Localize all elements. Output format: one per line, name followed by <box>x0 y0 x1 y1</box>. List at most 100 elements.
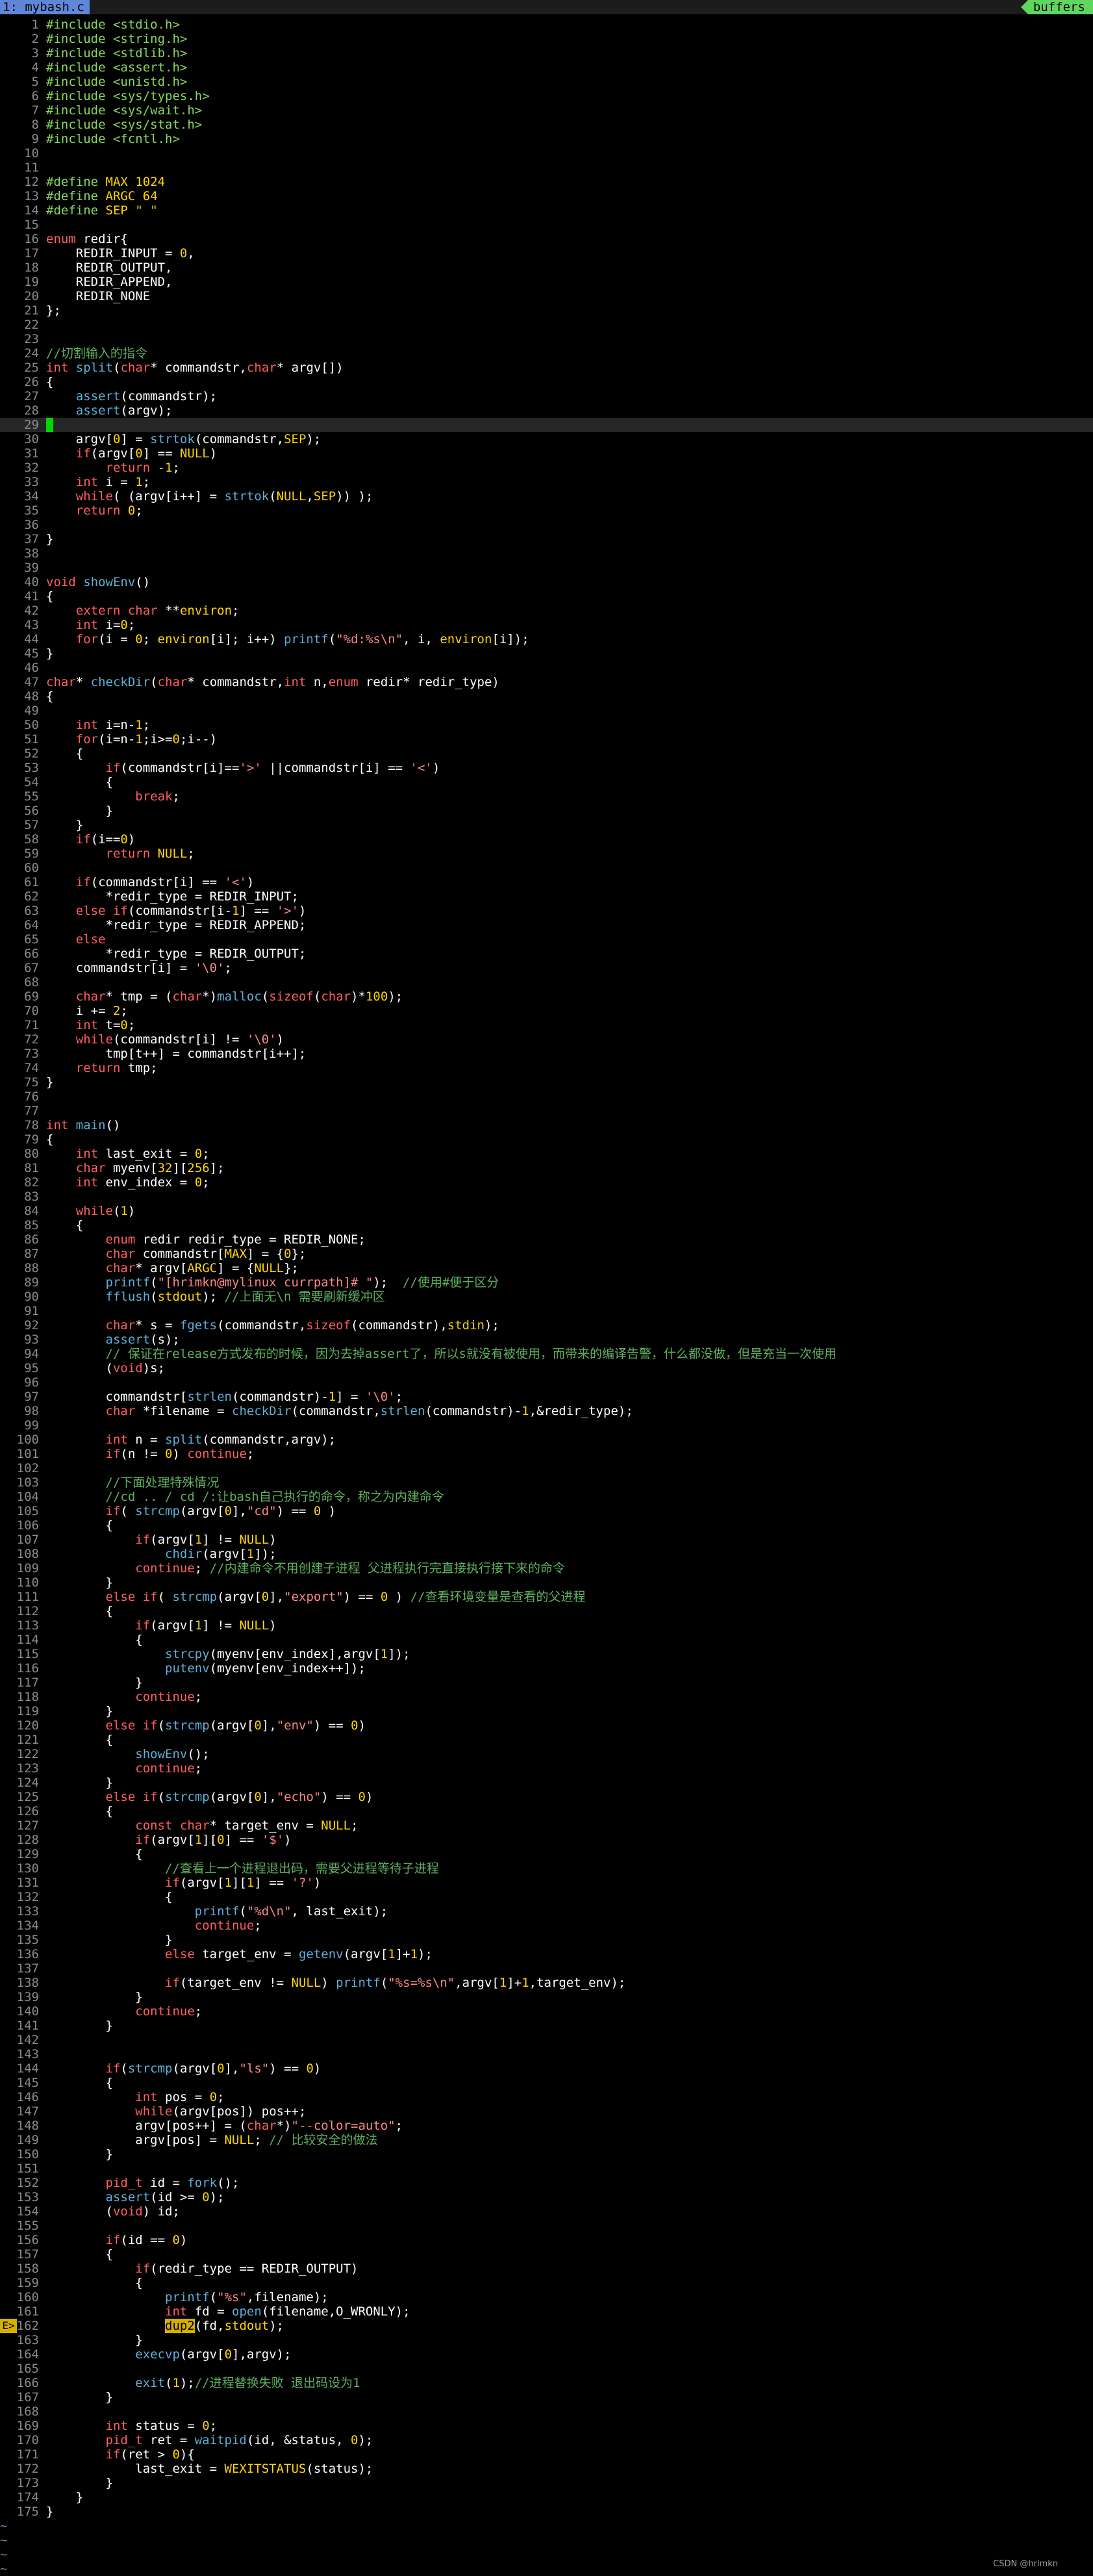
code-line[interactable]: 122 showEnv(); <box>0 1747 1093 1761</box>
code-line[interactable]: 104 //cd .. / cd /:让bash自己执行的命令，称之为内建命令 <box>0 1490 1093 1504</box>
code-line[interactable]: 138 if(target_env != NULL) printf("%s=%s… <box>0 1976 1093 1990</box>
code-line[interactable]: 105 if( strcmp(argv[0],"cd") == 0 ) <box>0 1504 1093 1518</box>
code-line[interactable]: 29 <box>0 418 1093 432</box>
code-line[interactable]: 5 #include <unistd.h> <box>0 75 1093 89</box>
code-line[interactable]: 150 } <box>0 2147 1093 2162</box>
code-line[interactable]: 141 } <box>0 2019 1093 2033</box>
code-line[interactable]: 75} <box>0 1075 1093 1090</box>
code-line[interactable]: 52 { <box>0 746 1093 761</box>
code-line[interactable]: 35 return 0; <box>0 504 1093 518</box>
code-line[interactable]: 61 if(commandstr[i] == '<') <box>0 875 1093 889</box>
code-line[interactable]: 55 break; <box>0 789 1093 804</box>
code-line[interactable]: 139 } <box>0 1990 1093 2004</box>
code-line[interactable]: 23 <box>0 332 1093 346</box>
code-line[interactable]: 115 strcpy(myenv[env_index],argv[1]); <box>0 1647 1093 1661</box>
code-line[interactable]: 51 for(i=n-1;i>=0;i--) <box>0 732 1093 746</box>
code-line[interactable]: 89 printf("[hrimkn@mylinux currpath]# ")… <box>0 1275 1093 1290</box>
code-line[interactable]: 45} <box>0 646 1093 661</box>
code-line[interactable]: 166 exit(1);//进程替换失败 退出码设为1 <box>0 2376 1093 2390</box>
code-line[interactable]: 39 <box>0 561 1093 575</box>
code-line[interactable]: 76 <box>0 1090 1093 1104</box>
code-line[interactable]: 88 char* argv[ARGC] = {NULL}; <box>0 1261 1093 1275</box>
code-line[interactable]: 63 else if(commandstr[i-1] == '>') <box>0 904 1093 918</box>
code-line[interactable]: 97 commandstr[strlen(commandstr)-1] = '\… <box>0 1390 1093 1404</box>
code-line[interactable]: 22 <box>0 318 1093 332</box>
code-line[interactable]: 169 int status = 0; <box>0 2419 1093 2433</box>
code-line[interactable]: 175} <box>0 2505 1093 2519</box>
code-line[interactable]: 123 continue; <box>0 1761 1093 1776</box>
code-line[interactable]: 74 return tmp; <box>0 1061 1093 1075</box>
code-line[interactable]: 1 #include <stdio.h> <box>0 18 1093 32</box>
code-line[interactable]: 149 argv[pos] = NULL; // 比较安全的做法 <box>0 2133 1093 2147</box>
code-line[interactable]: 161 int fd = open(filename,O_WRONLY); <box>0 2304 1093 2319</box>
code-line[interactable]: 62 *redir_type = REDIR_INPUT; <box>0 889 1093 904</box>
code-line[interactable]: 132 { <box>0 1890 1093 1904</box>
code-line[interactable]: 114 { <box>0 1633 1093 1647</box>
code-line[interactable]: 127 const char* target_env = NULL; <box>0 1818 1093 1833</box>
code-line[interactable]: 2 #include <string.h> <box>0 32 1093 46</box>
code-line[interactable]: 17 REDIR_INPUT = 0, <box>0 246 1093 261</box>
code-line[interactable]: 15 <box>0 218 1093 232</box>
code-line[interactable]: 148 argv[pos++] = (char*)"--color=auto"; <box>0 2119 1093 2133</box>
code-line[interactable]: 72 while(commandstr[i] != '\0') <box>0 1032 1093 1047</box>
code-line[interactable]: 111 else if( strcmp(argv[0],"export") ==… <box>0 1590 1093 1604</box>
code-line[interactable]: 84 while(1) <box>0 1204 1093 1218</box>
code-line[interactable]: 120 else if(strcmp(argv[0],"env") == 0) <box>0 1718 1093 1733</box>
code-line[interactable]: 60 <box>0 861 1093 875</box>
code-line[interactable]: 147 while(argv[pos]) pos++; <box>0 2104 1093 2119</box>
code-line[interactable]: 162 E> dup2(fd,stdout); <box>0 2319 1093 2333</box>
code-line[interactable]: 24 //切割输入的指令 <box>0 346 1093 361</box>
code-line[interactable]: 136 else target_env = getenv(argv[1]+1); <box>0 1947 1093 1961</box>
code-line[interactable]: 73 tmp[t++] = commandstr[i++]; <box>0 1047 1093 1061</box>
code-line[interactable]: 133 printf("%d\n", last_exit); <box>0 1904 1093 1919</box>
code-line[interactable]: 13 #define ARGC 64 <box>0 189 1093 203</box>
code-line[interactable]: 46 <box>0 661 1093 675</box>
code-line[interactable]: 14 #define SEP " " <box>0 203 1093 218</box>
code-line[interactable]: 102 <box>0 1461 1093 1475</box>
code-line[interactable]: 101 if(n != 0) continue; <box>0 1447 1093 1461</box>
code-line[interactable]: 47 char* checkDir(char* commandstr,int n,… <box>0 675 1093 689</box>
code-line[interactable]: 92 char* s = fgets(commandstr,sizeof(com… <box>0 1318 1093 1333</box>
code-line[interactable]: 130 //查看上一个进程退出码，需要父进程等待子进程 <box>0 1861 1093 1876</box>
code-line[interactable]: 137 <box>0 1961 1093 1976</box>
code-line[interactable]: 65 else <box>0 932 1093 947</box>
code-line[interactable]: 99 <box>0 1418 1093 1433</box>
code-line[interactable]: 173 } <box>0 2476 1093 2490</box>
code-line[interactable]: 78 int main() <box>0 1118 1093 1132</box>
code-line[interactable]: 8 #include <sys/stat.h> <box>0 118 1093 132</box>
code-line[interactable]: 91 <box>0 1304 1093 1318</box>
code-line[interactable]: 79 { <box>0 1132 1093 1147</box>
code-line[interactable]: 159 { <box>0 2276 1093 2290</box>
code-line[interactable]: 16 enum redir{ <box>0 232 1093 246</box>
code-line[interactable]: 98 char *filename = checkDir(commandstr,… <box>0 1404 1093 1418</box>
code-line[interactable]: 131 if(argv[1][1] == '?') <box>0 1876 1093 1890</box>
code-line[interactable]: 118 continue; <box>0 1690 1093 1704</box>
code-line[interactable]: 146 int pos = 0; <box>0 2090 1093 2104</box>
code-line[interactable]: 154 (void) id; <box>0 2204 1093 2219</box>
code-line[interactable]: 11 <box>0 160 1093 175</box>
code-line[interactable]: 171 if(ret > 0){ <box>0 2447 1093 2462</box>
code-line[interactable]: 40 void showEnv() <box>0 575 1093 589</box>
code-line[interactable]: 50 int i=n-1; <box>0 718 1093 732</box>
code-line[interactable]: 32 return -1; <box>0 461 1093 475</box>
code-line[interactable]: 56 } <box>0 804 1093 818</box>
code-line[interactable]: 155 <box>0 2219 1093 2233</box>
code-line[interactable]: 49 <box>0 704 1093 718</box>
code-line[interactable]: 153 assert(id >= 0); <box>0 2190 1093 2204</box>
code-line[interactable]: 152 pid_t id = fork(); <box>0 2176 1093 2190</box>
code-line[interactable]: 21}; <box>0 303 1093 318</box>
code-line[interactable]: 12 #define MAX 1024 <box>0 175 1093 189</box>
code-line[interactable]: 96 <box>0 1375 1093 1390</box>
code-line[interactable]: 20 REDIR_NONE <box>0 289 1093 303</box>
code-line[interactable]: 128 if(argv[1][0] == '$') <box>0 1833 1093 1847</box>
code-line[interactable]: 163 } <box>0 2333 1093 2347</box>
code-line[interactable]: 93 assert(s); <box>0 1333 1093 1347</box>
code-line[interactable]: 27 assert(commandstr); <box>0 389 1093 403</box>
code-line[interactable]: 25 int split(char* commandstr,char* argv[… <box>0 361 1093 375</box>
code-line[interactable]: 119 } <box>0 1704 1093 1718</box>
code-line[interactable]: 156 if(id == 0) <box>0 2233 1093 2247</box>
code-line[interactable]: 31 if(argv[0] == NULL) <box>0 446 1093 461</box>
code-line[interactable]: 7 #include <sys/wait.h> <box>0 103 1093 118</box>
code-line[interactable]: 66 *redir_type = REDIR_OUTPUT; <box>0 947 1093 961</box>
code-line[interactable]: 151 <box>0 2162 1093 2176</box>
